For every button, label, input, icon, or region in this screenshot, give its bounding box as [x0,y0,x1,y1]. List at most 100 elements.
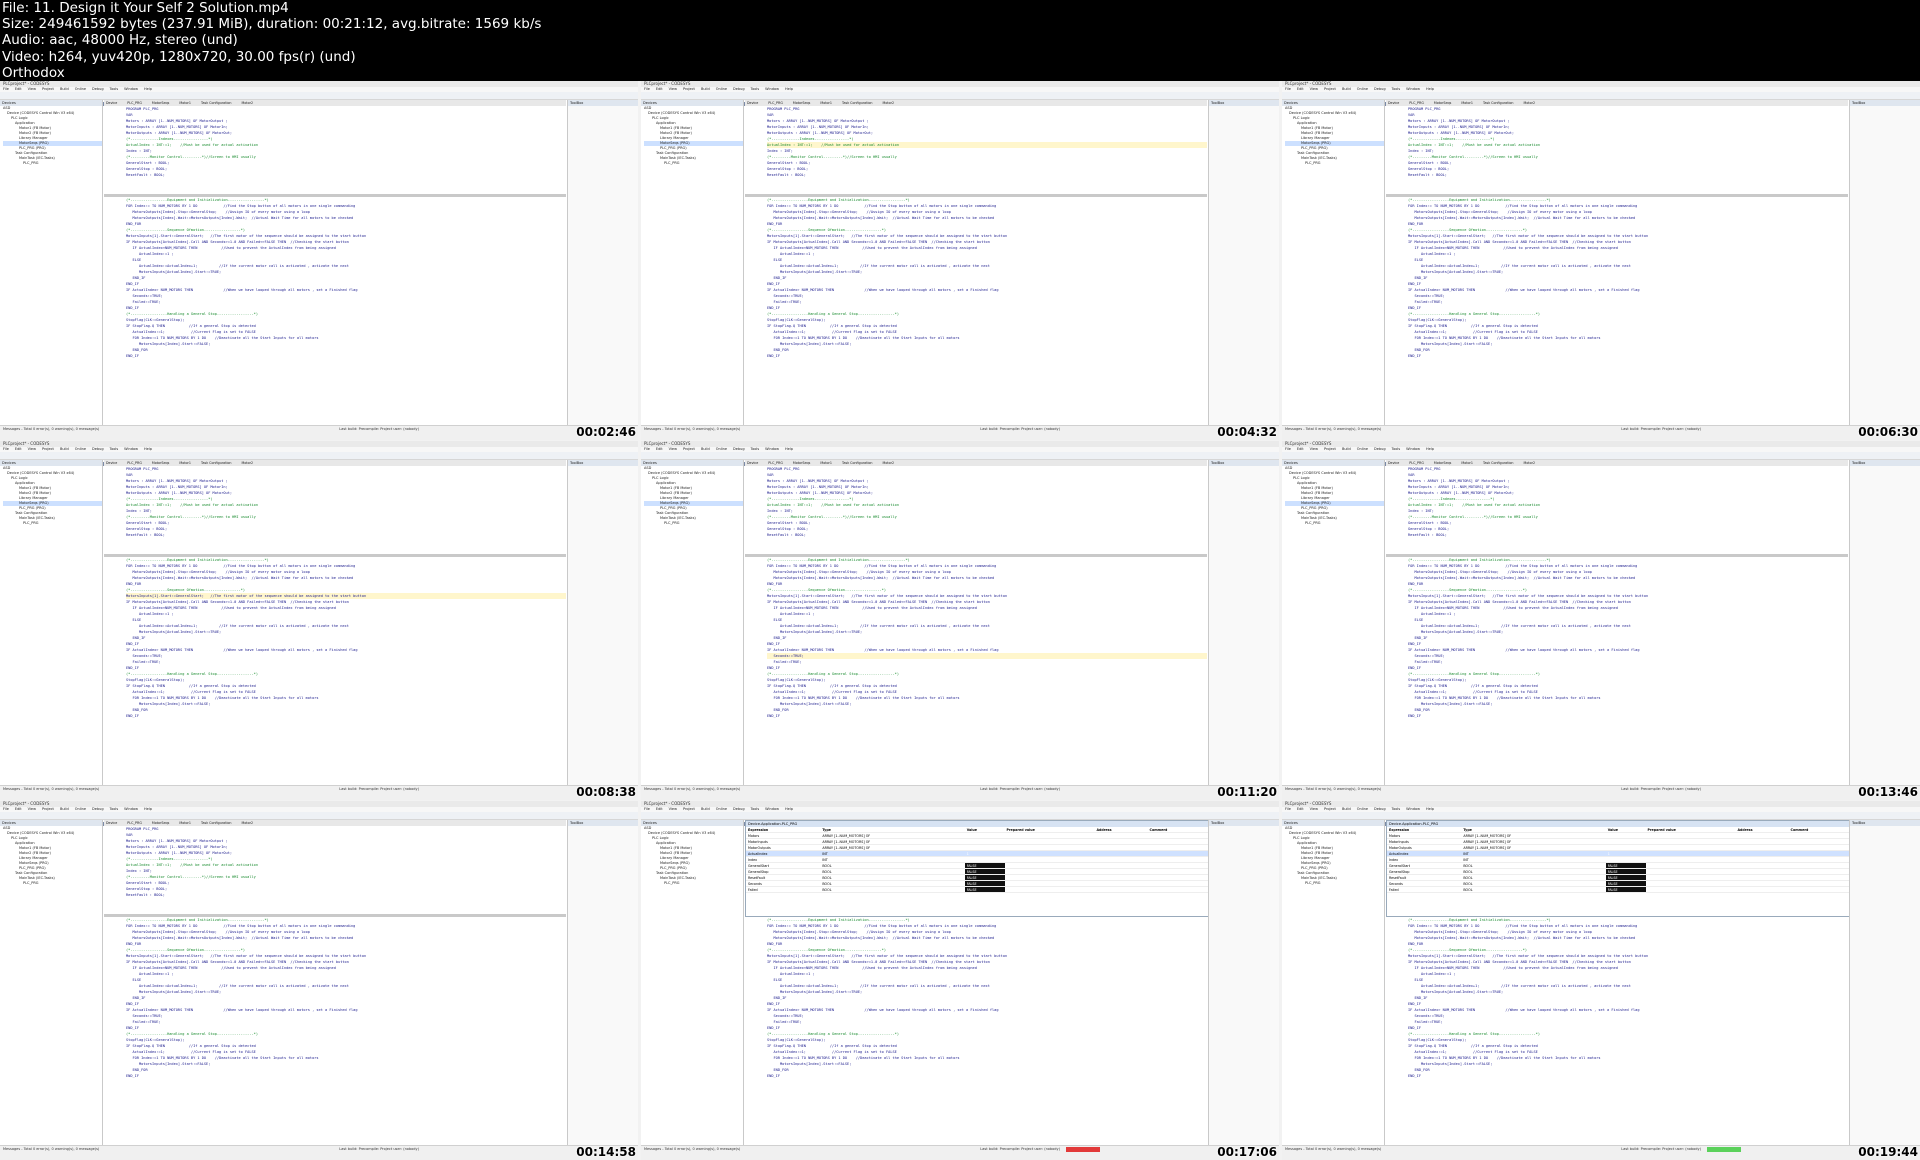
menu-item-view[interactable]: View [1310,447,1318,451]
watch-row[interactable]: Failed BOOL FALSE [1387,886,1849,893]
tab-plc_prg[interactable]: PLC_PRG [768,461,783,465]
tab-device[interactable]: Device [1388,101,1399,105]
menu-item-project[interactable]: Project [42,87,54,91]
menu-item-build[interactable]: Build [60,807,69,811]
menu-item-debug[interactable]: Debug [733,807,745,811]
tab-task-configuration[interactable]: Task Configuration [201,821,232,825]
menu-item-tools[interactable]: Tools [1392,87,1401,91]
menu-item-tools[interactable]: Tools [1392,807,1401,811]
menu-item-file[interactable]: File [644,807,650,811]
menu-item-window[interactable]: Window [765,87,779,91]
menu-item-tools[interactable]: Tools [751,807,760,811]
code-line[interactable]: END_IF [767,353,1207,359]
watch-row[interactable]: Failed BOOL FALSE [746,886,1208,893]
menu-item-project[interactable]: Project [683,87,695,91]
menu-item-help[interactable]: Help [785,87,793,91]
tab-plc_prg[interactable]: PLC_PRG [127,461,142,465]
menu-item-tools[interactable]: Tools [1392,447,1401,451]
code-line[interactable]: ResetFault : BOOL; [126,532,566,538]
tree-item[interactable]: PLC_PRG [3,161,102,166]
tab-device[interactable]: Device [106,821,117,825]
menu-item-build[interactable]: Build [1342,87,1351,91]
menu-item-tools[interactable]: Tools [110,87,119,91]
menu-item-file[interactable]: File [644,87,650,91]
code-line[interactable]: ResetFault : BOOL; [126,172,566,178]
menu-item-view[interactable]: View [669,807,677,811]
menu-item-debug[interactable]: Debug [733,87,745,91]
code-line[interactable]: ResetFault : BOOL; [767,172,1207,178]
tree-item[interactable]: PLC_PRG [644,881,743,886]
menu-item-tools[interactable]: Tools [751,87,760,91]
menu-item-project[interactable]: Project [42,807,54,811]
menu-item-window[interactable]: Window [765,447,779,451]
tab-motorseqs[interactable]: MotorSeqs [152,461,169,465]
menu-item-online[interactable]: Online [1357,447,1368,451]
tree-item[interactable]: PLC_PRG [1285,161,1384,166]
tab-device[interactable]: Device [747,461,758,465]
tab-motor1[interactable]: Motor1 [820,461,832,465]
menu-item-edit[interactable]: Edit [656,87,663,91]
tab-motor1[interactable]: Motor1 [179,461,191,465]
menu-item-tools[interactable]: Tools [110,807,119,811]
code-line[interactable]: END_IF [1408,1073,1848,1079]
menu-item-tools[interactable]: Tools [751,447,760,451]
menu-item-build[interactable]: Build [701,807,710,811]
tab-motorseqs[interactable]: MotorSeqs [152,821,169,825]
menu-item-window[interactable]: Window [124,447,138,451]
tab-motor2[interactable]: Motor2 [883,101,895,105]
menu-item-online[interactable]: Online [716,807,727,811]
code-line[interactable]: ResetFault : BOOL; [1408,172,1848,178]
menu-item-project[interactable]: Project [1324,87,1336,91]
code-line[interactable]: END_IF [126,353,566,359]
menu-item-help[interactable]: Help [785,447,793,451]
code-line[interactable]: END_IF [126,713,566,719]
menu-item-debug[interactable]: Debug [1374,807,1386,811]
tab-motorseqs[interactable]: MotorSeqs [152,101,169,105]
tab-motor2[interactable]: Motor2 [1524,101,1536,105]
tree-item[interactable]: PLC_PRG [3,881,102,886]
tab-motor2[interactable]: Motor2 [242,821,254,825]
menu-item-build[interactable]: Build [701,87,710,91]
tab-motorseqs[interactable]: MotorSeqs [793,101,810,105]
menu-item-window[interactable]: Window [765,807,779,811]
menu-item-build[interactable]: Build [1342,807,1351,811]
menu-item-edit[interactable]: Edit [15,807,22,811]
menu-item-edit[interactable]: Edit [656,447,663,451]
menu-item-view[interactable]: View [669,447,677,451]
menu-item-online[interactable]: Online [75,87,86,91]
menu-item-project[interactable]: Project [42,447,54,451]
code-line[interactable]: END_IF [767,713,1207,719]
menu-item-build[interactable]: Build [701,447,710,451]
tab-motor1[interactable]: Motor1 [1461,461,1473,465]
tab-task-configuration[interactable]: Task Configuration [842,101,873,105]
menu-item-build[interactable]: Build [60,447,69,451]
menu-item-help[interactable]: Help [144,87,152,91]
menu-item-online[interactable]: Online [1357,87,1368,91]
menu-item-file[interactable]: File [3,87,9,91]
menu-item-view[interactable]: View [28,87,36,91]
menu-item-window[interactable]: Window [1406,447,1420,451]
tab-motorseqs[interactable]: MotorSeqs [1434,101,1451,105]
menu-item-window[interactable]: Window [1406,807,1420,811]
tab-motor1[interactable]: Motor1 [820,101,832,105]
tree-item[interactable]: PLC_PRG [1285,881,1384,886]
menu-item-help[interactable]: Help [144,447,152,451]
menu-item-window[interactable]: Window [1406,87,1420,91]
menu-item-online[interactable]: Online [716,447,727,451]
menu-item-edit[interactable]: Edit [656,807,663,811]
tab-task-configuration[interactable]: Task Configuration [201,101,232,105]
menu-item-debug[interactable]: Debug [92,807,104,811]
tab-motorseqs[interactable]: MotorSeqs [793,461,810,465]
menu-item-edit[interactable]: Edit [1297,807,1304,811]
menu-item-view[interactable]: View [669,87,677,91]
menu-item-help[interactable]: Help [1426,807,1434,811]
tree-item[interactable]: PLC_PRG [644,521,743,526]
menu-item-help[interactable]: Help [1426,87,1434,91]
menu-item-online[interactable]: Online [75,807,86,811]
menu-item-file[interactable]: File [3,447,9,451]
menu-item-online[interactable]: Online [1357,807,1368,811]
code-line[interactable]: ResetFault : BOOL; [767,532,1207,538]
menu-item-file[interactable]: File [1285,447,1291,451]
tab-motor1[interactable]: Motor1 [179,101,191,105]
menu-item-project[interactable]: Project [683,807,695,811]
